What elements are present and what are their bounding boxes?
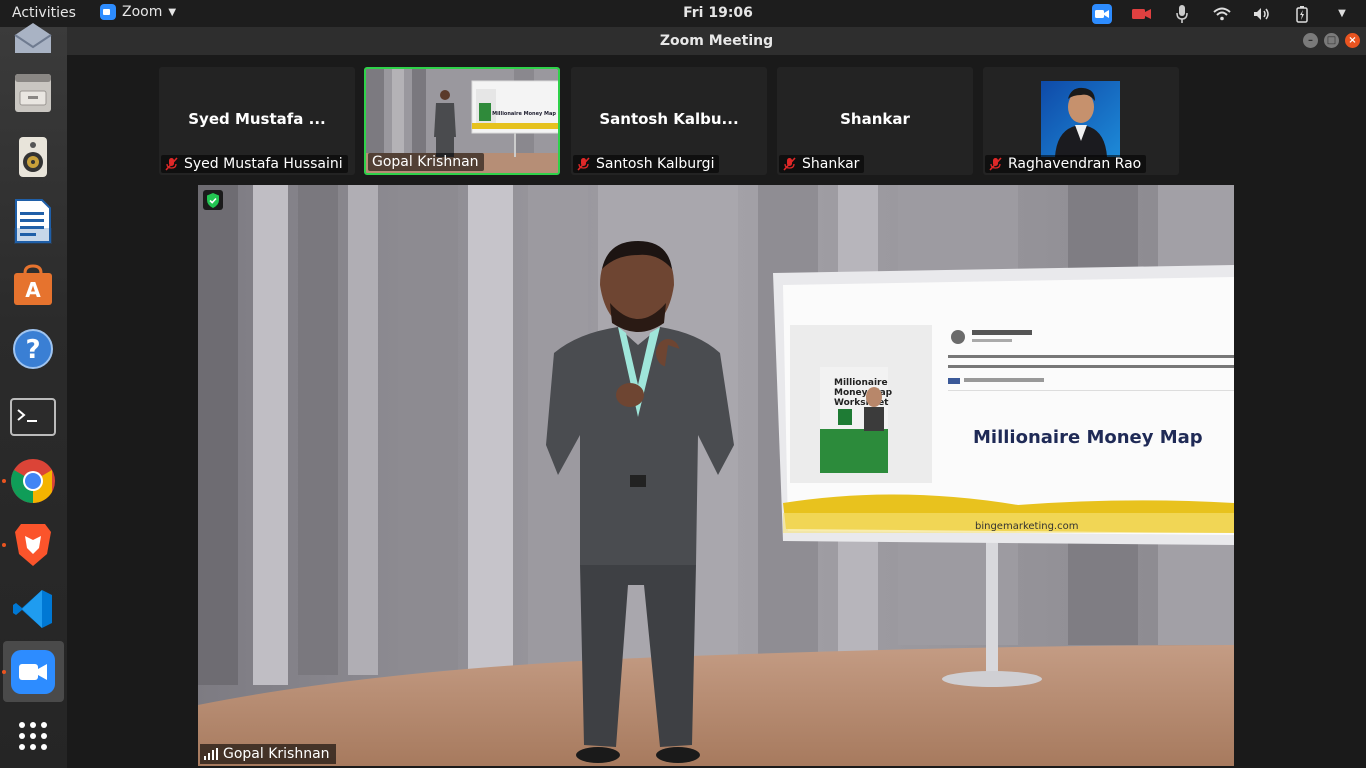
dock: A ? bbox=[0, 23, 67, 768]
muted-mic-icon bbox=[165, 157, 178, 171]
svg-text:Money Map: Money Map bbox=[834, 388, 893, 398]
participant-tile[interactable]: Santosh Kalbu... Santosh Kalburgi bbox=[571, 67, 767, 175]
window-title: Zoom Meeting bbox=[659, 33, 774, 49]
screen-url: bingemarketing.com bbox=[975, 521, 1078, 532]
speaker-name-label: Gopal Krishnan bbox=[200, 744, 336, 764]
participant-label: Gopal Krishnan bbox=[368, 153, 484, 171]
software-store-icon[interactable]: A bbox=[9, 261, 57, 309]
participant-display-name: Syed Mustafa ... bbox=[188, 110, 326, 128]
participant-display-name: Shankar bbox=[840, 110, 910, 128]
battery-icon[interactable] bbox=[1292, 4, 1312, 24]
zoom-icon[interactable] bbox=[9, 648, 57, 696]
running-indicator bbox=[2, 543, 6, 547]
signal-strength-icon bbox=[204, 748, 218, 760]
speaker-icon[interactable] bbox=[9, 133, 57, 181]
svg-text:Millionaire: Millionaire bbox=[834, 378, 888, 388]
zoom-meeting-area: Syed Mustafa ... Syed Mustafa Hussaini M… bbox=[67, 55, 1366, 768]
brave-icon[interactable] bbox=[9, 521, 57, 569]
window-controls: – □ × bbox=[1303, 33, 1360, 48]
vscode-icon[interactable] bbox=[9, 585, 57, 633]
participant-tile[interactable]: Shankar Shankar bbox=[777, 67, 973, 175]
participant-name: Syed Mustafa Hussaini bbox=[184, 156, 343, 172]
minimize-button[interactable]: – bbox=[1303, 33, 1318, 48]
svg-text:A: A bbox=[25, 278, 41, 302]
svg-text:?: ? bbox=[25, 335, 40, 365]
participant-name: Raghavendran Rao bbox=[1008, 156, 1142, 172]
app-grid-icon[interactable] bbox=[9, 712, 57, 760]
running-indicator bbox=[2, 670, 6, 674]
participant-name: Gopal Krishnan bbox=[372, 154, 479, 170]
running-indicator bbox=[2, 479, 6, 483]
wifi-icon[interactable] bbox=[1212, 4, 1232, 24]
system-tray[interactable]: ▼ bbox=[1092, 3, 1352, 24]
participant-name: Shankar bbox=[802, 156, 860, 172]
system-top-bar: Activities Zoom ▼ Fri 19:06 ▼ bbox=[0, 0, 1366, 27]
writer-icon[interactable] bbox=[9, 197, 57, 245]
maximize-button[interactable]: □ bbox=[1324, 33, 1339, 48]
microphone-icon[interactable] bbox=[1172, 4, 1192, 24]
terminal-icon[interactable] bbox=[9, 393, 57, 441]
muted-mic-icon bbox=[989, 157, 1002, 171]
participant-label: Shankar bbox=[779, 155, 865, 173]
participant-tile[interactable]: Raghavendran Rao bbox=[983, 67, 1179, 175]
participant-name: Santosh Kalburgi bbox=[596, 156, 715, 172]
participant-label: Raghavendran Rao bbox=[985, 155, 1147, 173]
screen-title: Millionaire Money Map bbox=[973, 427, 1203, 448]
zoom-tray-icon[interactable] bbox=[1092, 3, 1112, 24]
speaker-name: Gopal Krishnan bbox=[223, 746, 330, 762]
chrome-icon[interactable] bbox=[9, 457, 57, 505]
close-button[interactable]: × bbox=[1345, 33, 1360, 48]
file-manager-icon[interactable] bbox=[9, 69, 57, 117]
participant-label: Syed Mustafa Hussaini bbox=[161, 155, 348, 173]
camera-recording-icon[interactable] bbox=[1132, 4, 1152, 24]
participant-label: Santosh Kalburgi bbox=[573, 155, 720, 173]
participant-tile-active[interactable]: Millionaire Money Map Gopal Krishnan bbox=[364, 67, 560, 175]
volume-icon[interactable] bbox=[1252, 4, 1272, 24]
window-title-bar[interactable]: Zoom Meeting – □ × bbox=[67, 27, 1366, 55]
mail-icon[interactable] bbox=[9, 15, 57, 63]
participant-avatar-photo bbox=[1041, 81, 1120, 157]
system-menu-chevron-icon[interactable]: ▼ bbox=[1332, 4, 1352, 24]
muted-mic-icon bbox=[577, 157, 590, 171]
participant-display-name: Santosh Kalbu... bbox=[599, 110, 739, 128]
help-icon[interactable]: ? bbox=[9, 325, 57, 373]
svg-text:Millionaire Money Map: Millionaire Money Map bbox=[492, 111, 556, 117]
participant-tile[interactable]: Syed Mustafa ... Syed Mustafa Hussaini bbox=[159, 67, 355, 175]
main-speaker-video[interactable]: Millionaire Money Map Worksheet Milliona… bbox=[198, 185, 1234, 766]
muted-mic-icon bbox=[783, 157, 796, 171]
encryption-shield-icon[interactable] bbox=[203, 190, 223, 210]
speaker-video-frame: Millionaire Money Map Worksheet Milliona… bbox=[198, 185, 1234, 766]
